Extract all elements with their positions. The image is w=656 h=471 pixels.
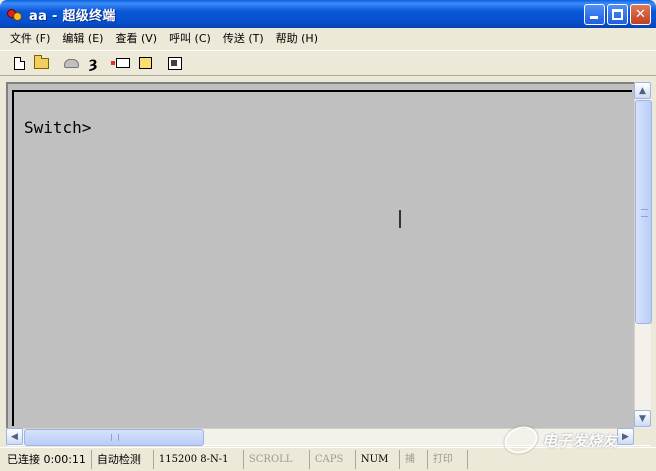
disconnect-icon: ȝ bbox=[88, 53, 98, 72]
send-icon bbox=[111, 58, 130, 68]
scroll-up-button[interactable]: ▲ bbox=[634, 82, 651, 99]
terminal-screen[interactable]: Switch> bbox=[12, 90, 632, 426]
status-capture: 捕 bbox=[400, 450, 428, 469]
terminal-prompt: Switch> bbox=[24, 118, 92, 137]
minimize-icon bbox=[590, 16, 598, 19]
watermark-logo-icon bbox=[500, 421, 542, 459]
status-scroll: SCROLL bbox=[244, 450, 310, 469]
title-bar[interactable]: aa - 超级终端 ✕ bbox=[0, 0, 656, 28]
horizontal-scroll-thumb[interactable] bbox=[24, 429, 204, 446]
vertical-scroll-thumb[interactable] bbox=[635, 100, 652, 324]
menu-edit[interactable]: 编辑 (E) bbox=[56, 28, 109, 49]
properties-button[interactable] bbox=[164, 52, 186, 74]
open-icon bbox=[33, 54, 49, 69]
maximize-button[interactable] bbox=[607, 4, 628, 25]
status-caps: CAPS bbox=[310, 450, 356, 469]
menu-view[interactable]: 查看 (V) bbox=[109, 28, 163, 49]
watermark: 电子发烧友 bbox=[500, 420, 644, 460]
open-button[interactable] bbox=[30, 52, 52, 74]
receive-button[interactable] bbox=[134, 52, 156, 74]
text-cursor-icon bbox=[399, 210, 401, 228]
menu-transfer[interactable]: 传送 (T) bbox=[217, 28, 270, 49]
new-icon bbox=[13, 56, 25, 70]
new-button[interactable] bbox=[8, 52, 30, 74]
chevron-up-icon: ▲ bbox=[639, 85, 646, 96]
watermark-text: 电子发烧友 bbox=[542, 431, 618, 450]
close-button[interactable]: ✕ bbox=[630, 4, 651, 25]
properties-icon bbox=[168, 56, 182, 70]
minimize-button[interactable] bbox=[584, 4, 605, 25]
status-settings: 115200 8-N-1 bbox=[154, 450, 244, 469]
maximize-icon bbox=[612, 9, 623, 20]
send-button[interactable] bbox=[111, 52, 134, 74]
call-button[interactable] bbox=[60, 52, 82, 74]
vertical-scrollbar[interactable]: ▲ ▼ bbox=[634, 82, 652, 428]
call-icon bbox=[63, 58, 79, 68]
menu-call[interactable]: 呼叫 (C) bbox=[163, 28, 217, 49]
receive-icon bbox=[138, 57, 152, 69]
menu-help[interactable]: 帮助 (H) bbox=[270, 28, 324, 49]
status-print: 打印 bbox=[428, 450, 468, 469]
menu-file[interactable]: 文件 (F) bbox=[4, 28, 56, 49]
hyperterminal-app-icon[interactable] bbox=[6, 5, 24, 23]
toolbar: ȝ bbox=[0, 50, 656, 76]
status-detect: 自动检测 bbox=[92, 450, 154, 469]
status-num: NUM bbox=[356, 450, 400, 469]
close-icon: ✕ bbox=[635, 7, 646, 22]
chevron-left-icon: ◀ bbox=[11, 431, 18, 442]
menu-bar: 文件 (F) 编辑 (E) 查看 (V) 呼叫 (C) 传送 (T) 帮助 (H… bbox=[0, 28, 656, 49]
disconnect-button[interactable]: ȝ bbox=[82, 52, 104, 74]
status-connection: 已连接 0:00:11 bbox=[2, 450, 92, 469]
scroll-left-button[interactable]: ◀ bbox=[6, 428, 23, 445]
window-title: aa - 超级终端 bbox=[29, 8, 116, 24]
